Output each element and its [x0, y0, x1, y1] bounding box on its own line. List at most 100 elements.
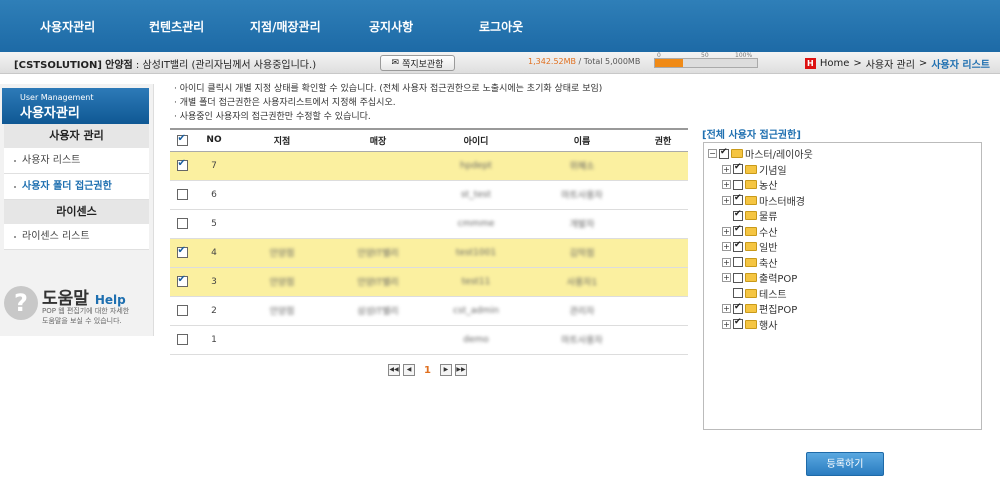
row-checkbox[interactable]: [176, 305, 188, 316]
folder-icon: [745, 257, 757, 267]
register-button[interactable]: 등록하기: [806, 452, 884, 476]
tree-node-checkbox[interactable]: [733, 193, 743, 206]
tree-node-label[interactable]: 출력POP: [759, 270, 797, 285]
expand-icon[interactable]: +: [722, 257, 731, 267]
row-id[interactable]: test1001: [456, 248, 496, 258]
table-row[interactable]: 5 cmmme 개발자: [170, 209, 688, 239]
first-page-button[interactable]: ◀◀: [388, 364, 400, 376]
row-no-cell: 7: [194, 151, 234, 181]
tree-node-label[interactable]: 마스터배경: [759, 193, 805, 208]
table-row[interactable]: 1 demo 마트사용자: [170, 325, 688, 355]
expand-icon[interactable]: +: [722, 242, 731, 252]
tree-node: 물류: [708, 208, 977, 224]
sidebar-item-user-list[interactable]: 사용자 리스트: [4, 148, 149, 174]
row-checkbox[interactable]: [176, 274, 188, 287]
nav-logout[interactable]: 로그아웃: [479, 18, 523, 35]
row-id-cell[interactable]: test11: [426, 267, 526, 297]
storage-gauge-fill: [655, 59, 683, 67]
table-row[interactable]: 4 안양점 안양IT밸리 test1001 김막점: [170, 238, 688, 268]
row-role-cell: [638, 325, 688, 355]
row-id[interactable]: demo: [463, 335, 489, 345]
expand-icon[interactable]: +: [722, 273, 731, 283]
tree-node-label[interactable]: 편집POP: [759, 301, 797, 316]
breadcrumb-home[interactable]: Home: [820, 58, 850, 69]
row-id-cell[interactable]: test1001: [426, 238, 526, 268]
expand-icon[interactable]: +: [722, 304, 731, 314]
row-id[interactable]: hpdept: [460, 161, 492, 171]
tree-node-checkbox[interactable]: [733, 257, 743, 268]
site-info: [CSTSOLUTION] 안양점 : 삼성IT밸리 (관리자님께서 사용중입니…: [14, 56, 316, 71]
tree-node-label[interactable]: 축산: [759, 255, 777, 270]
nav-user-management[interactable]: 사용자관리: [40, 18, 95, 35]
last-page-button[interactable]: ▶▶: [454, 364, 467, 376]
tree-node-label[interactable]: 농산: [759, 177, 777, 192]
row-id-cell[interactable]: hpdept: [426, 151, 526, 181]
tree-node-label[interactable]: 수산: [759, 224, 777, 239]
tree-node-checkbox[interactable]: [733, 179, 743, 190]
tree-node-checkbox[interactable]: [733, 317, 743, 330]
tree-node-checkbox[interactable]: [733, 209, 743, 221]
sidebar-item-folder-access[interactable]: 사용자 폴더 접근권한: [4, 174, 149, 200]
tree-node-checkbox[interactable]: [733, 224, 743, 237]
next-page-button[interactable]: ▶: [439, 364, 452, 376]
tree-root-label[interactable]: 마스터/레이아웃: [745, 146, 813, 161]
row-id-cell[interactable]: st_test: [426, 180, 526, 210]
row-id[interactable]: cmmme: [458, 219, 495, 229]
tree-node-checkbox[interactable]: [733, 288, 743, 299]
row-role-cell: [638, 209, 688, 239]
gauge-tick-100: 100%: [735, 52, 753, 59]
tree-node-checkbox[interactable]: [733, 162, 743, 175]
tree-node-label[interactable]: 행사: [759, 317, 777, 332]
row-id-cell[interactable]: cmmme: [426, 209, 526, 239]
tree-node-checkbox[interactable]: [733, 302, 743, 314]
row-checkbox[interactable]: [176, 245, 188, 258]
row-checkbox[interactable]: [176, 189, 188, 200]
nav-branch-store-management[interactable]: 지점/매장관리: [250, 18, 321, 35]
table-row[interactable]: 6 st_test 마트사용자: [170, 180, 688, 210]
prev-page-button[interactable]: ◀: [403, 364, 415, 376]
sidebar-item-license-list[interactable]: 라이센스 리스트: [4, 224, 149, 250]
row-checkbox[interactable]: [176, 218, 188, 229]
header-select-all[interactable]: [170, 128, 194, 152]
header-no: NO: [194, 128, 234, 152]
row-checkbox[interactable]: [176, 334, 188, 345]
row-no: 2: [211, 305, 217, 316]
row-id[interactable]: st_test: [461, 190, 491, 200]
breadcrumb-parent[interactable]: 사용자 관리: [866, 56, 915, 71]
page-number[interactable]: 1: [424, 365, 431, 376]
tree-node-label[interactable]: 일반: [759, 239, 777, 254]
folder-tree[interactable]: − 마스터/레이아웃 + 기념일 + 농산 + 마스터배경물류 + 수산 + 일반 + 축산 + 출력PO…: [703, 142, 982, 430]
table-row[interactable]: 3 안양점 안양IT밸리 test11 사용자1: [170, 267, 688, 297]
instruction-line: · 사용중인 사용자의 접근권한만 수정할 수 있습니다.: [174, 112, 371, 122]
table-row[interactable]: 7 hpdept 위혜소: [170, 151, 688, 181]
tree-root-checkbox[interactable]: [719, 147, 729, 159]
expand-icon[interactable]: +: [722, 164, 731, 174]
nav-content-management[interactable]: 컨텐츠관리: [149, 18, 204, 35]
row-checkbox[interactable]: [176, 158, 188, 171]
nav-notices[interactable]: 공지사항: [369, 18, 413, 35]
collapse-icon[interactable]: −: [708, 149, 717, 159]
table-row[interactable]: 2 안양점 삼성IT밸리 cst_admin 관리자: [170, 296, 688, 326]
tree-node-checkbox[interactable]: [733, 272, 743, 283]
select-all-checkbox[interactable]: [176, 133, 188, 146]
message-box-button[interactable]: ✉ 쪽지보관함: [380, 55, 455, 71]
tree-node-label[interactable]: 기념일: [759, 162, 787, 177]
row-id-cell[interactable]: demo: [426, 325, 526, 355]
tree-node-label[interactable]: 테스트: [759, 286, 787, 301]
expand-icon[interactable]: +: [722, 226, 731, 236]
row-name-cell: 김막점: [526, 238, 638, 268]
expand-icon[interactable]: +: [722, 195, 731, 205]
row-id-cell[interactable]: cst_admin: [426, 296, 526, 326]
expand-icon[interactable]: +: [722, 319, 731, 329]
top-navigation: 사용자관리 컨텐츠관리 지점/매장관리 공지사항 로그아웃: [0, 0, 1000, 52]
row-id[interactable]: test11: [462, 277, 491, 287]
row-id[interactable]: cst_admin: [453, 306, 499, 316]
help-panel[interactable]: ? 도움말 Help POP 웹 편집기에 대한 자세한 도움말을 보실 수 있…: [4, 284, 150, 332]
row-store: 안양IT밸리: [357, 249, 399, 259]
branch-name: 안양점: [105, 60, 133, 71]
expand-icon[interactable]: +: [722, 180, 731, 190]
tree-node-checkbox[interactable]: [733, 240, 743, 252]
tree-node-label[interactable]: 물류: [759, 208, 777, 223]
row-store: 안양IT밸리: [357, 278, 399, 288]
info-bar: [CSTSOLUTION] 안양점 : 삼성IT밸리 (관리자님께서 사용중입니…: [0, 52, 1000, 74]
